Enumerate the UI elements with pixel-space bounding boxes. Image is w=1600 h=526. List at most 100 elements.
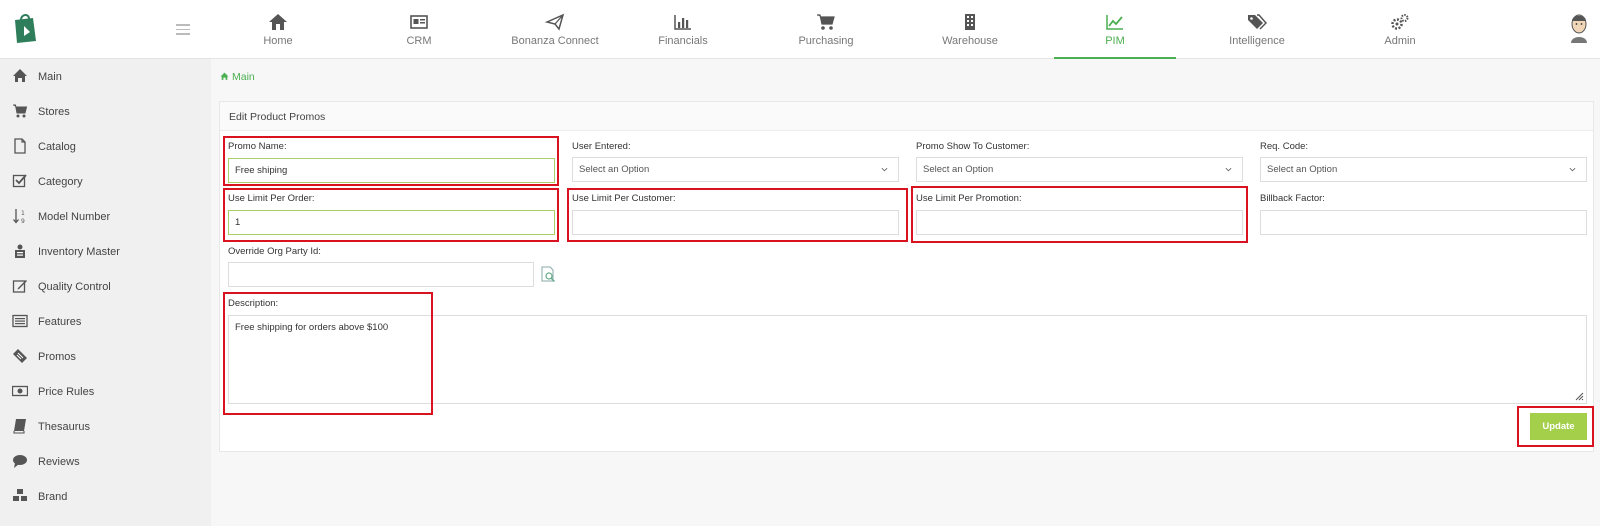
nav-bonanza-connect[interactable]: Bonanza Connect [495, 0, 615, 59]
list-alt-icon [12, 314, 28, 328]
promo-name-label: Promo Name: [228, 141, 287, 152]
sidebar-item-category[interactable]: Category [0, 164, 211, 199]
breadcrumb[interactable]: Main [220, 71, 255, 83]
chevron-down-icon [881, 167, 888, 172]
nav-financials[interactable]: Financials [623, 0, 743, 59]
nav-label: Bonanza Connect [511, 35, 599, 47]
nav-label: Intelligence [1229, 35, 1285, 47]
nav-pim[interactable]: PIM [1054, 0, 1176, 59]
nav-label: Warehouse [942, 35, 998, 47]
home-icon [220, 72, 229, 80]
sidebar-item-label: Quality Control [38, 281, 111, 293]
user-avatar[interactable] [1568, 12, 1590, 44]
override-org-input[interactable] [228, 262, 534, 287]
select-value: Select an Option [579, 164, 650, 175]
logo-icon[interactable] [12, 12, 38, 44]
chevron-down-icon [1225, 167, 1232, 172]
sidebar-item-stores[interactable]: Stores [0, 94, 211, 129]
svg-text:9: 9 [21, 218, 25, 224]
sidebar-item-label: Price Rules [38, 386, 95, 398]
sidebar-item-label: Catalog [38, 141, 76, 153]
use-limit-order-input[interactable] [228, 210, 555, 235]
comment-icon [13, 455, 27, 468]
cart-icon [817, 14, 835, 30]
sidebar-item-model-number[interactable]: 19 Model Number [0, 199, 211, 234]
chevron-down-icon [1569, 167, 1576, 172]
nav-admin[interactable]: Admin [1340, 0, 1460, 59]
sidebar-item-inventory-master[interactable]: Inventory Master [0, 234, 211, 269]
use-limit-order-label: Use Limit Per Order: [228, 193, 315, 204]
line-chart-icon [1106, 15, 1123, 30]
nav-home[interactable]: Home [218, 0, 338, 59]
billback-factor-input[interactable] [1260, 210, 1587, 235]
svg-text:1: 1 [21, 210, 25, 217]
sidebar-item-label: Category [38, 176, 83, 188]
building-icon [965, 14, 975, 30]
use-limit-customer-input[interactable] [572, 210, 899, 235]
nav-warehouse[interactable]: Warehouse [910, 0, 1030, 59]
nav-label: PIM [1105, 35, 1125, 47]
nav-label: CRM [406, 35, 432, 47]
user-entered-label: User Entered: [572, 141, 631, 152]
sidebar-item-label: Thesaurus [38, 421, 90, 433]
tags-icon [1248, 14, 1267, 30]
archive-user-icon [15, 244, 25, 258]
breadcrumb-label: Main [232, 71, 255, 83]
sidebar-item-main[interactable]: Main [0, 59, 211, 94]
sidebar-item-reviews[interactable]: Reviews [0, 444, 211, 479]
edit-icon [12, 280, 27, 293]
description-textarea[interactable]: Free shipping for orders above $100 [228, 315, 1587, 404]
override-org-label: Override Org Party Id: [228, 246, 321, 257]
nav-label: Purchasing [798, 35, 854, 47]
select-value: Select an Option [1267, 164, 1338, 175]
menu-toggle-icon[interactable] [176, 24, 190, 35]
sidebar: Main Stores Catalog Category 19 Model Nu… [0, 59, 211, 526]
nav-label: Home [263, 35, 293, 47]
req-code-label: Req. Code: [1260, 141, 1309, 152]
check-square-icon [12, 174, 27, 188]
user-entered-select[interactable]: Select an Option [572, 157, 899, 182]
description-text: Free shipping for orders above $100 [235, 322, 389, 333]
sidebar-item-catalog[interactable]: Catalog [0, 129, 211, 164]
top-navigation-bar: Home CRM Bonanza Connect Financials Purc… [0, 0, 1600, 59]
select-value: Select an Option [923, 164, 994, 175]
bar-chart-icon [674, 15, 691, 30]
lookup-search-icon[interactable] [540, 266, 557, 283]
file-icon [14, 138, 26, 154]
sidebar-item-promos[interactable]: Promos [0, 339, 211, 374]
nav-crm[interactable]: CRM [359, 0, 479, 59]
cubes-icon [13, 489, 27, 501]
sidebar-item-brand[interactable]: Brand [0, 479, 211, 514]
sidebar-item-quality-control[interactable]: Quality Control [0, 269, 211, 304]
nav-label: Admin [1384, 35, 1416, 47]
sidebar-item-label: Reviews [38, 456, 80, 468]
sidebar-item-thesaurus[interactable]: Thesaurus [0, 409, 211, 444]
req-code-select[interactable]: Select an Option [1260, 157, 1587, 182]
sidebar-item-label: Inventory Master [38, 246, 120, 258]
sort-numeric-icon: 19 [13, 209, 25, 224]
sidebar-item-label: Main [38, 71, 62, 83]
sidebar-item-label: Features [38, 316, 82, 328]
money-icon [12, 385, 28, 397]
tickets-icon [13, 349, 27, 363]
sidebar-item-features[interactable]: Features [0, 304, 211, 339]
promo-show-select[interactable]: Select an Option [916, 157, 1243, 182]
sidebar-item-price-rules[interactable]: Price Rules [0, 374, 211, 409]
billback-factor-label: Billback Factor: [1260, 193, 1325, 204]
use-limit-promotion-label: Use Limit Per Promotion: [916, 193, 1022, 204]
nav-intelligence[interactable]: Intelligence [1197, 0, 1317, 59]
promo-show-label: Promo Show To Customer: [916, 141, 1030, 152]
panel-title: Edit Product Promos [229, 111, 326, 123]
paper-plane-icon [545, 13, 565, 31]
use-limit-promotion-input[interactable] [916, 210, 1243, 235]
sidebar-item-label: Promos [38, 351, 76, 363]
id-card-icon [410, 15, 428, 29]
gears-icon [1391, 14, 1409, 30]
home-icon [13, 69, 27, 82]
promo-name-input[interactable] [228, 158, 555, 183]
nav-purchasing[interactable]: Purchasing [766, 0, 886, 59]
resize-handle-icon[interactable] [1574, 391, 1584, 401]
update-button[interactable]: Update [1530, 413, 1587, 440]
nav-label: Financials [658, 35, 708, 47]
panel-header: Edit Product Promos [220, 102, 1593, 131]
